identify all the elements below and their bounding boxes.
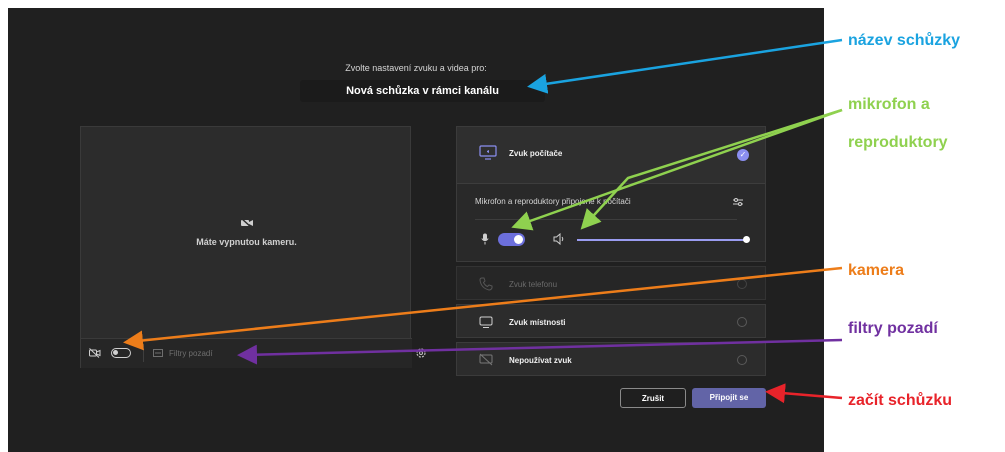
arrow-speaker	[580, 108, 843, 230]
arrow-meeting-name	[527, 38, 843, 94]
arrow-mic-toggle	[511, 108, 843, 231]
arrow-background-filters	[237, 338, 843, 365]
arrow-join-button	[765, 383, 843, 404]
annotation-arrows	[123, 38, 843, 404]
arrow-camera-toggle	[123, 266, 843, 351]
